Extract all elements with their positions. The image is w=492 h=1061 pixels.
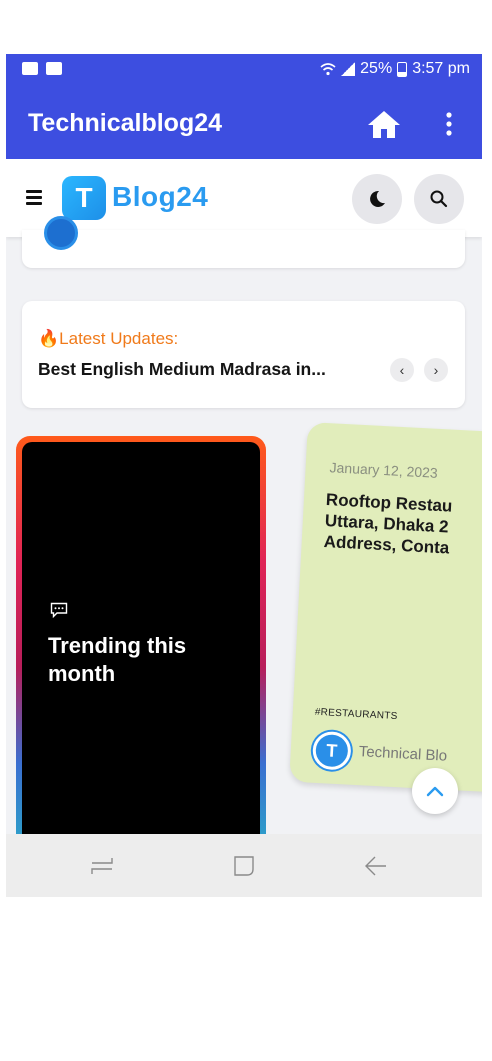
- search-button[interactable]: [414, 174, 464, 224]
- chevron-up-icon: [426, 786, 444, 797]
- hamburger-menu-icon[interactable]: [26, 190, 42, 205]
- post-author[interactable]: Technical Blo: [358, 743, 447, 765]
- post-date: January 12, 2023: [329, 459, 439, 481]
- logo-text[interactable]: Blog24: [112, 181, 208, 213]
- latest-updates-label: 🔥Latest Updates:: [38, 329, 179, 348]
- logo-mark[interactable]: T: [62, 176, 106, 220]
- scroll-to-top-button[interactable]: [412, 768, 458, 814]
- battery-percent: 25%: [360, 60, 393, 77]
- home-icon[interactable]: [366, 109, 402, 139]
- post-title[interactable]: Rooftop Restau Uttara, Dhaka 2 Address, …: [323, 489, 482, 562]
- signal-icon: [341, 62, 356, 76]
- next-update-button[interactable]: ›: [424, 358, 448, 382]
- moon-icon: [370, 190, 385, 207]
- author-avatar: [44, 216, 78, 250]
- home-nav-icon[interactable]: [231, 854, 257, 878]
- search-icon: [430, 190, 448, 208]
- app-title: Technicalblog24: [28, 109, 223, 137]
- latest-update-headline[interactable]: Best English Medium Madrasa in...: [38, 359, 326, 380]
- system-nav-bar: [6, 834, 482, 897]
- trending-card[interactable]: Trending this month: [16, 436, 266, 856]
- fire-icon: 🔥: [38, 329, 60, 348]
- image-notification-icon: [22, 62, 38, 75]
- app-bar: Technicalblog24: [6, 87, 482, 159]
- prev-update-button[interactable]: ‹: [390, 358, 414, 382]
- previous-post-card[interactable]: [22, 216, 465, 268]
- post-category-tag[interactable]: #RESTAURANTS: [315, 707, 398, 722]
- back-icon[interactable]: [362, 854, 388, 878]
- status-bar: 25% 3:57 pm: [6, 54, 482, 87]
- activity-notification-icon: [46, 62, 62, 75]
- site-header: T Blog24: [6, 159, 482, 237]
- author-avatar: T: [311, 730, 352, 771]
- dark-mode-button[interactable]: [352, 174, 402, 224]
- more-options-icon[interactable]: [444, 109, 454, 139]
- featured-post-card[interactable]: January 12, 2023 Rooftop Restau Uttara, …: [289, 422, 482, 794]
- recent-apps-icon[interactable]: [88, 854, 116, 878]
- chat-icon: [50, 602, 68, 618]
- status-time: 3:57 pm: [412, 60, 470, 77]
- trending-title: Trending this month: [48, 633, 187, 686]
- battery-icon: [397, 61, 408, 77]
- latest-updates-card: 🔥Latest Updates: Best English Medium Mad…: [22, 301, 465, 408]
- phone-screen: 25% 3:57 pm Technicalblog24 T Blog24 🔥La…: [6, 54, 482, 897]
- wifi-icon: [320, 63, 336, 76]
